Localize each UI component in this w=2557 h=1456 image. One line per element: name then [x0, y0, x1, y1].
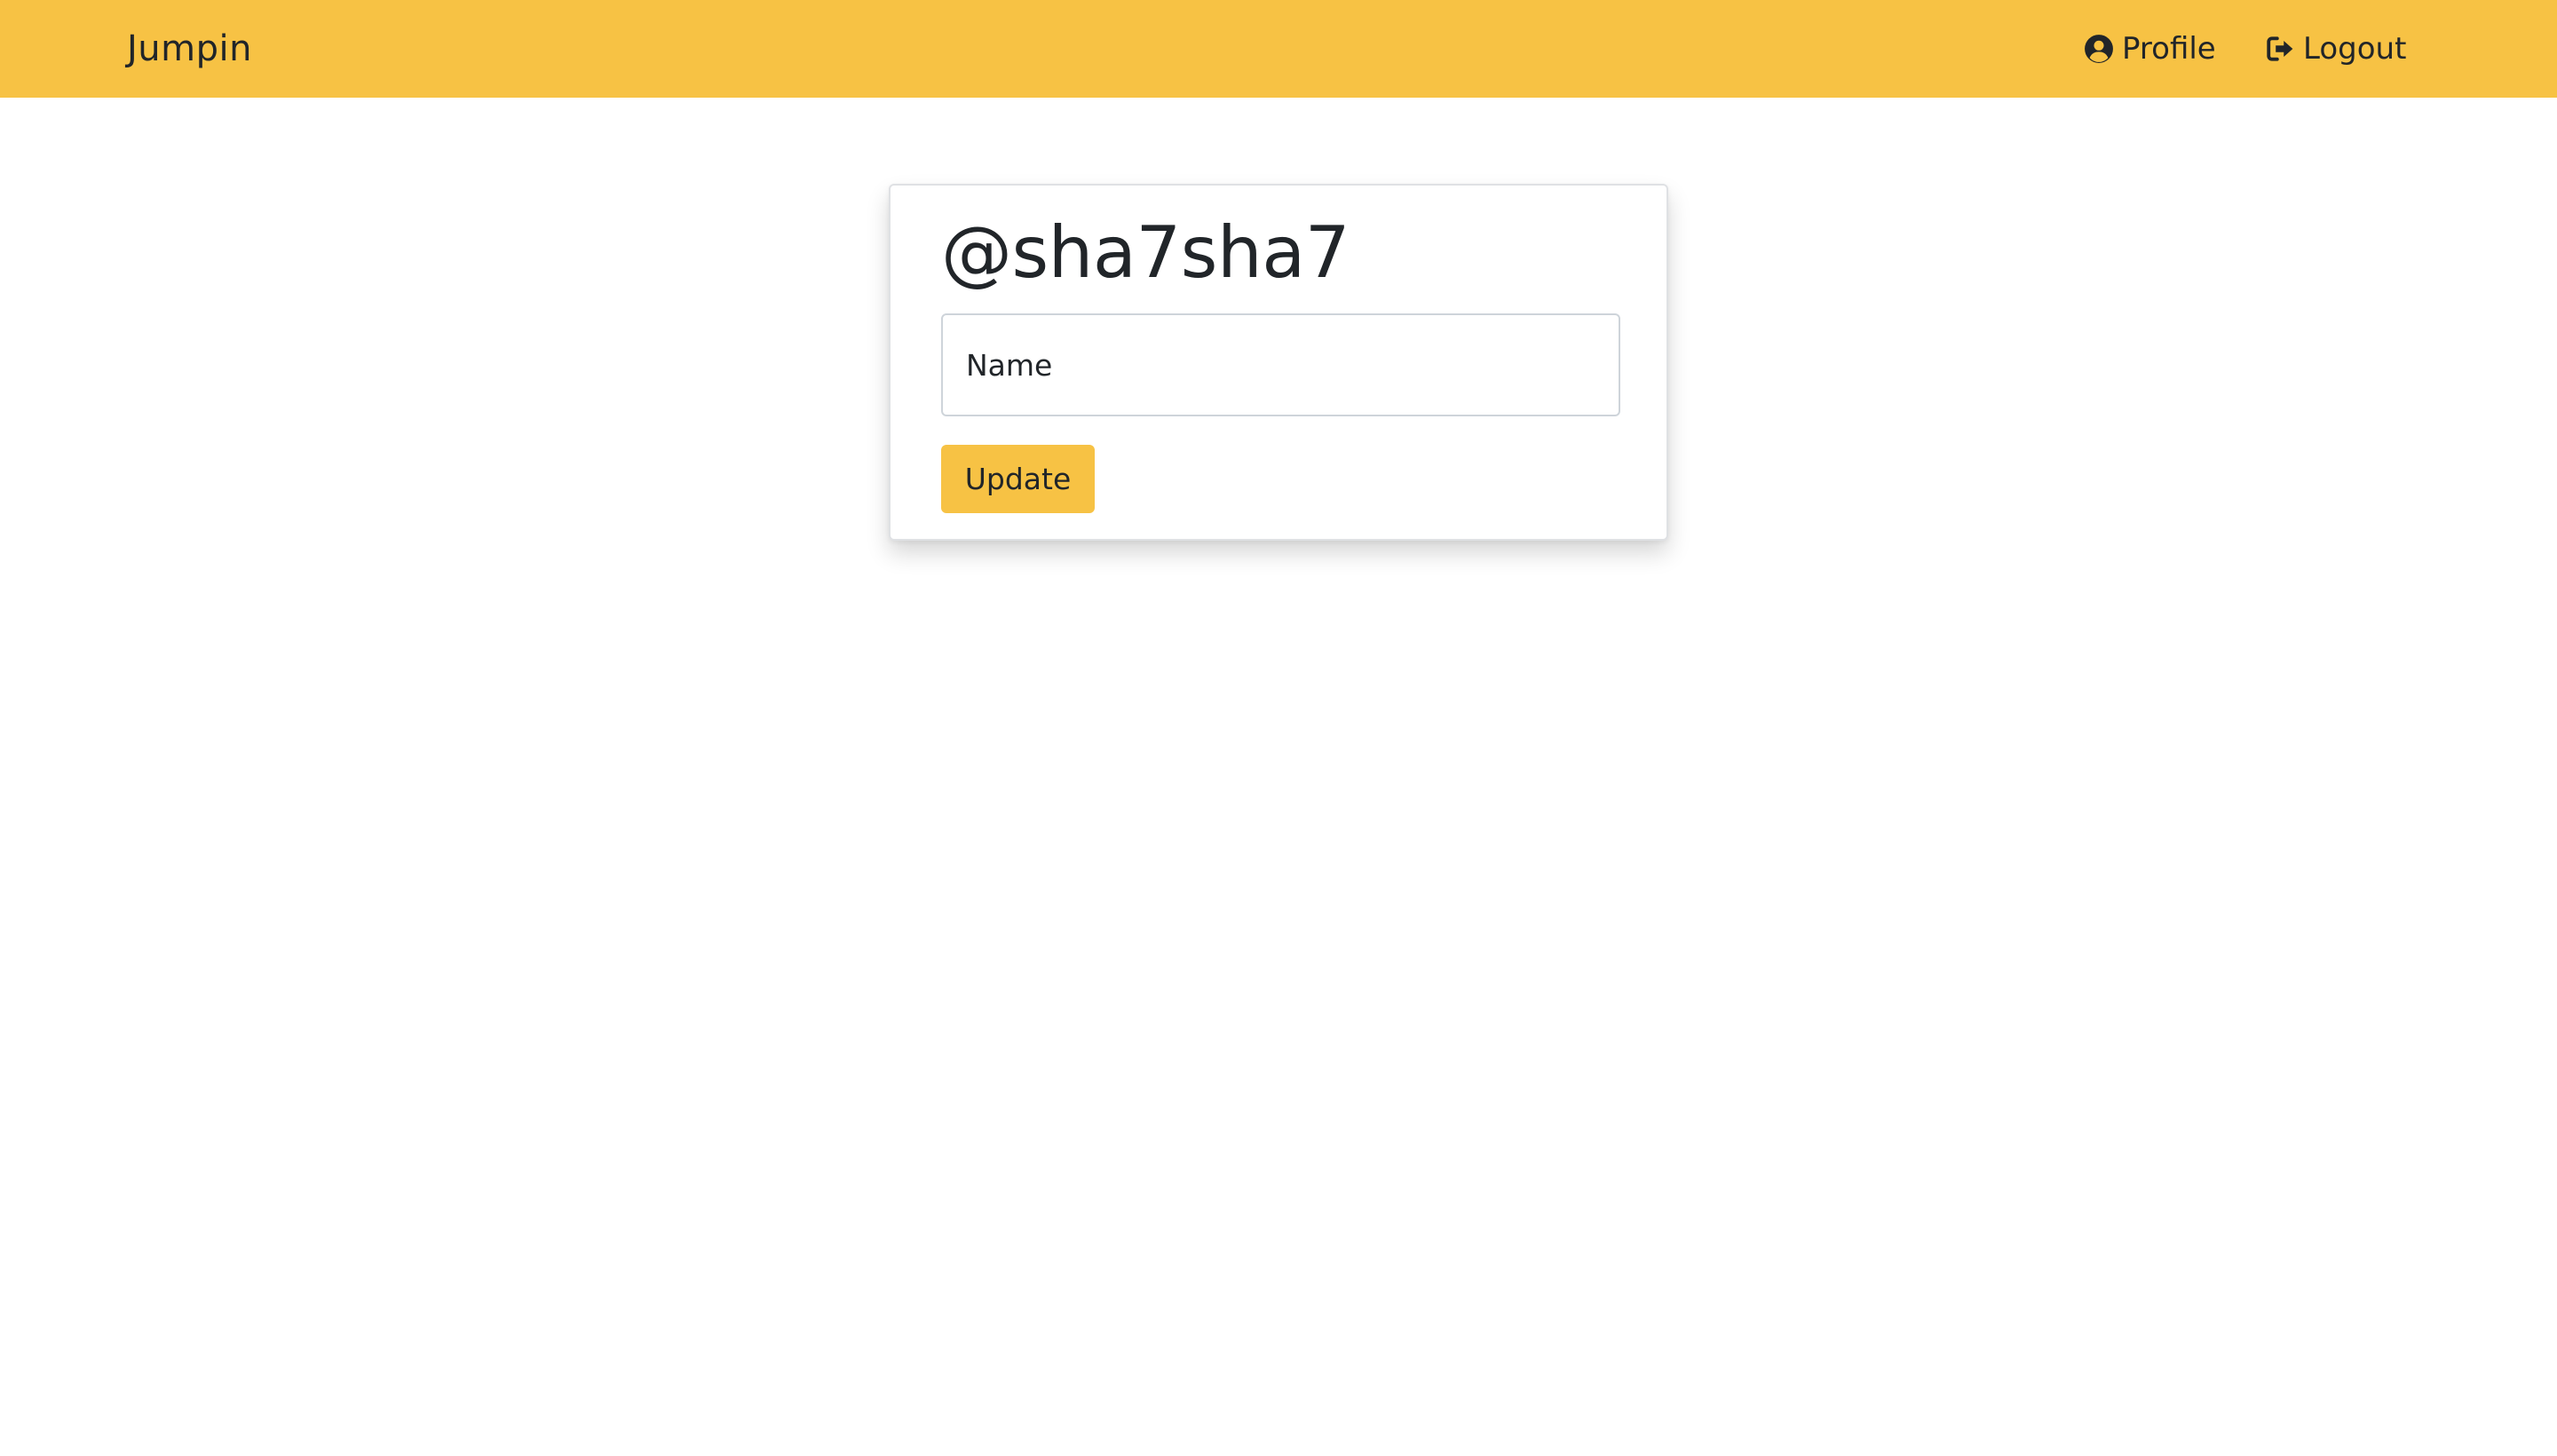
nav-profile-label: Profile [2122, 31, 2216, 67]
nav-logout-link[interactable]: Logout [2265, 0, 2406, 98]
brand-link[interactable]: Jumpin [127, 0, 252, 98]
update-button[interactable]: Update [941, 445, 1095, 513]
sign-out-icon [2265, 34, 2295, 64]
username-heading: @sha7sha7 [941, 211, 1350, 294]
profile-card: @sha7sha7 Update [889, 184, 1668, 541]
top-navbar: Jumpin Profile Logout [0, 0, 2557, 98]
nav-profile-link[interactable]: Profile [2084, 0, 2216, 98]
user-circle-icon [2084, 34, 2114, 64]
name-input[interactable] [941, 313, 1620, 416]
nav-logout-label: Logout [2303, 31, 2407, 67]
